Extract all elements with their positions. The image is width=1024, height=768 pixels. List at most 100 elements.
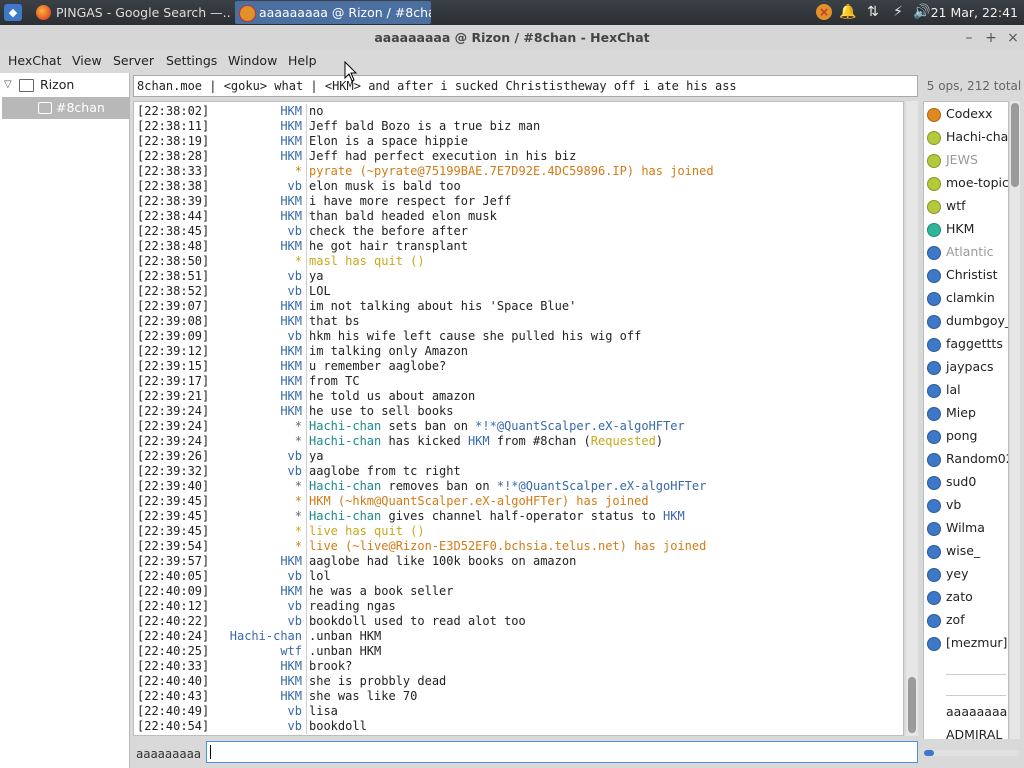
user-list-item[interactable]: Wilma bbox=[924, 518, 1008, 538]
server-item-rizon[interactable]: ▽ Rizon bbox=[0, 75, 129, 95]
chat-nick[interactable]: vb bbox=[134, 224, 302, 239]
user-list-item[interactable]: Random024 bbox=[924, 449, 1008, 469]
network-icon[interactable]: ⇅ bbox=[862, 0, 884, 25]
user-list-item[interactable]: faggettts bbox=[924, 334, 1008, 354]
chat-nick[interactable]: HKM bbox=[134, 359, 302, 374]
minimize-button[interactable]: – bbox=[960, 28, 978, 48]
user-list-item[interactable]: Miep bbox=[924, 403, 1008, 423]
expander-icon[interactable]: ▽ bbox=[4, 75, 12, 95]
channel-item-8chan[interactable]: #8chan bbox=[2, 97, 129, 119]
chat-nick[interactable]: * bbox=[134, 419, 302, 434]
chat-scrollbar-thumb[interactable] bbox=[908, 677, 916, 733]
chat-nick[interactable]: vb bbox=[134, 704, 302, 719]
menu-view[interactable]: View bbox=[72, 50, 102, 72]
chat-nick[interactable]: HKM bbox=[134, 689, 302, 704]
user-list-item[interactable]: wtf bbox=[924, 196, 1008, 216]
chat-nick[interactable]: vb bbox=[134, 464, 302, 479]
chat-nick[interactable]: HKM bbox=[134, 554, 302, 569]
notification-bell-icon[interactable]: 🔔 bbox=[838, 0, 858, 25]
chat-nick[interactable]: HKM bbox=[134, 674, 302, 689]
chat-nick[interactable]: vb bbox=[134, 284, 302, 299]
menu-help[interactable]: Help bbox=[288, 50, 317, 72]
chat-nick[interactable]: HKM bbox=[134, 584, 302, 599]
chat-nick[interactable]: * bbox=[134, 509, 302, 524]
user-list-item[interactable]: HKM bbox=[924, 219, 1008, 239]
menu-hexchat[interactable]: HexChat bbox=[8, 50, 61, 72]
chat-nick[interactable]: HKM bbox=[134, 119, 302, 134]
chat-scrollbar[interactable] bbox=[906, 101, 918, 736]
hexchat-tray-icon[interactable]: × bbox=[814, 0, 834, 25]
user-list-item[interactable]: Hachi-cha bbox=[924, 127, 1008, 147]
user-list-item[interactable]: dumbgoy_ bbox=[924, 311, 1008, 331]
chat-nick[interactable]: wtf bbox=[134, 644, 302, 659]
message-input[interactable] bbox=[206, 741, 918, 763]
user-list-item[interactable]: jaypacs bbox=[924, 357, 1008, 377]
chat-nick[interactable]: * bbox=[134, 254, 302, 269]
user-list-item[interactable]: vb bbox=[924, 495, 1008, 515]
chat-nick[interactable]: HKM bbox=[134, 194, 302, 209]
user-list-item[interactable]: yey bbox=[924, 564, 1008, 584]
user-list-scrollbar[interactable] bbox=[1010, 101, 1020, 743]
chat-nick[interactable]: vb bbox=[134, 269, 302, 284]
user-list-item[interactable]: pong bbox=[924, 426, 1008, 446]
chat-nick[interactable]: HKM bbox=[134, 389, 302, 404]
chat-nick[interactable]: * bbox=[134, 539, 302, 554]
user-list-item[interactable]: lal bbox=[924, 380, 1008, 400]
user-list[interactable]: Codexx Hachi-cha JEWS moe-topic wtf HKM Atlant… bbox=[923, 101, 1009, 743]
close-button[interactable]: × bbox=[1004, 28, 1022, 48]
clock[interactable]: 21 Mar, 22:41 bbox=[931, 0, 1018, 25]
chat-nick[interactable]: HKM bbox=[134, 239, 302, 254]
chat-nick[interactable]: HKM bbox=[134, 404, 302, 419]
maximize-button[interactable]: + bbox=[982, 28, 1000, 48]
chat-nick[interactable]: HKM bbox=[134, 149, 302, 164]
user-list-item[interactable]: zof bbox=[924, 610, 1008, 630]
taskbar-task-hexchat[interactable]: aaaaaaaaa @ Rizon / #8cha... bbox=[235, 1, 431, 24]
user-list-item[interactable]: [mezmur] bbox=[924, 633, 1008, 653]
chat-nick[interactable]: HKM bbox=[134, 374, 302, 389]
menu-server[interactable]: Server bbox=[113, 50, 154, 72]
chat-nick[interactable]: HKM bbox=[134, 659, 302, 674]
chat-nick[interactable]: vb bbox=[134, 449, 302, 464]
user-list-item[interactable]: aaaaaaaaa bbox=[924, 702, 1008, 722]
chat-nick[interactable]: vb bbox=[134, 329, 302, 344]
taskbar-task-browser[interactable]: PINGAS - Google Search —... bbox=[32, 1, 230, 24]
chat-nick[interactable]: HKM bbox=[134, 134, 302, 149]
user-list-item[interactable]: moe-topic bbox=[924, 173, 1008, 193]
user-list-hscrollbar[interactable] bbox=[924, 750, 1020, 756]
chat-nick[interactable]: HKM bbox=[134, 209, 302, 224]
chat-nick[interactable]: vb bbox=[134, 614, 302, 629]
chat-message: im not talking about his 'Space Blue' bbox=[309, 299, 576, 314]
chat-nick[interactable]: vb bbox=[134, 599, 302, 614]
chat-nick[interactable]: * bbox=[134, 494, 302, 509]
topic-field[interactable]: 8chan.moe | <goku> what | <HKM> and afte… bbox=[133, 75, 918, 97]
user-list-item[interactable]: zato bbox=[924, 587, 1008, 607]
chat-nick[interactable]: * bbox=[134, 479, 302, 494]
chat-nick[interactable]: * bbox=[134, 164, 302, 179]
chat-nick[interactable]: HKM bbox=[134, 104, 302, 119]
chat-nick[interactable]: Hachi-chan bbox=[134, 629, 302, 644]
power-icon[interactable]: ⚡ bbox=[887, 0, 909, 25]
chat-nick[interactable]: HKM bbox=[134, 299, 302, 314]
chat-nick[interactable]: vb bbox=[134, 179, 302, 194]
chat-nick[interactable]: * bbox=[134, 434, 302, 449]
user-list-item[interactable]: wise_ bbox=[924, 541, 1008, 561]
user-list-item[interactable]: Atlantic bbox=[924, 242, 1008, 262]
user-list-item[interactable]: Codexx bbox=[924, 104, 1008, 124]
menu-window[interactable]: Window bbox=[228, 50, 277, 72]
user-list-item[interactable]: JEWS bbox=[924, 150, 1008, 170]
app-menu-icon[interactable]: ◆ bbox=[4, 4, 22, 21]
user-list-item[interactable]: sud0 bbox=[924, 472, 1008, 492]
user-list-item[interactable]: Christist bbox=[924, 265, 1008, 285]
menu-settings[interactable]: Settings bbox=[166, 50, 217, 72]
chat-nick[interactable]: vb bbox=[134, 719, 302, 734]
chat-nick[interactable]: vb bbox=[134, 569, 302, 584]
chat-nick[interactable]: * bbox=[134, 524, 302, 539]
user-list-scrollbar-thumb[interactable] bbox=[1011, 103, 1019, 187]
chat-log[interactable]: [22:38:02] HKM no [22:38:11] HKM Jeff bald Bo… bbox=[133, 101, 904, 736]
user-list-hscrollbar-thumb[interactable] bbox=[924, 750, 934, 756]
chat-nick[interactable]: HKM bbox=[134, 344, 302, 359]
nick-button[interactable]: aaaaaaaaa bbox=[136, 744, 201, 764]
window-titlebar[interactable]: aaaaaaaaa @ Rizon / #8chan - HexChat – +… bbox=[0, 26, 1024, 50]
chat-nick[interactable]: HKM bbox=[134, 314, 302, 329]
user-list-item[interactable]: clamkin bbox=[924, 288, 1008, 308]
